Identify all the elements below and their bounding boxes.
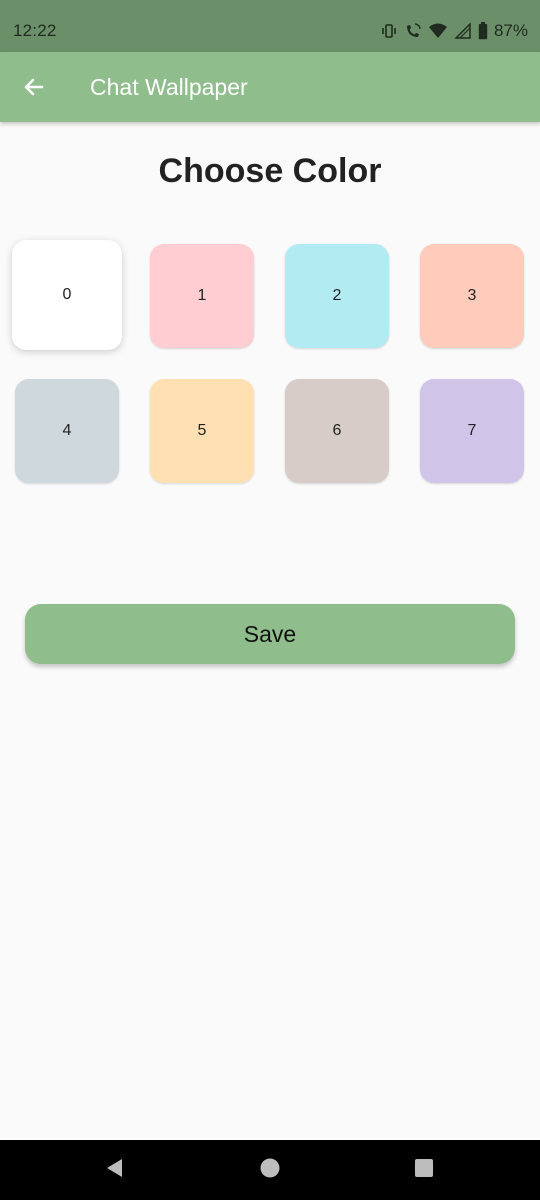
swatch-label: 6 bbox=[332, 422, 342, 439]
swatch-label: 5 bbox=[197, 422, 207, 439]
color-swatch-7[interactable]: 7 bbox=[420, 379, 524, 483]
swatch-label: 0 bbox=[62, 286, 72, 303]
swatch-label: 2 bbox=[332, 287, 342, 304]
nav-back-button[interactable] bbox=[100, 1156, 128, 1184]
color-swatch-2[interactable]: 2 bbox=[285, 244, 389, 348]
color-swatch-0[interactable]: 0 bbox=[12, 240, 122, 350]
arrow-left-icon bbox=[22, 75, 46, 104]
color-swatch-5[interactable]: 5 bbox=[150, 379, 254, 483]
app-bar: Chat Wallpaper bbox=[0, 52, 540, 122]
color-swatch-6[interactable]: 6 bbox=[285, 379, 389, 483]
system-nav-bar bbox=[0, 1140, 540, 1200]
home-circle-icon bbox=[259, 1157, 281, 1184]
color-swatch-3[interactable]: 3 bbox=[420, 244, 524, 348]
recents-square-icon bbox=[413, 1157, 435, 1184]
nav-recents-button[interactable] bbox=[410, 1156, 438, 1184]
swatch-label: 1 bbox=[197, 287, 207, 304]
color-swatch-1[interactable]: 1 bbox=[150, 244, 254, 348]
swatch-label: 4 bbox=[62, 422, 72, 439]
back-triangle-icon bbox=[103, 1157, 125, 1184]
color-swatch-4[interactable]: 4 bbox=[15, 379, 119, 483]
save-button-label: Save bbox=[243, 620, 297, 647]
app-title: Chat Wallpaper bbox=[90, 74, 248, 100]
swatch-label: 3 bbox=[467, 287, 477, 304]
nav-home-button[interactable] bbox=[256, 1156, 284, 1184]
save-button[interactable]: Save bbox=[25, 604, 515, 664]
back-button[interactable] bbox=[14, 69, 54, 109]
swatch-label: 7 bbox=[467, 422, 477, 439]
